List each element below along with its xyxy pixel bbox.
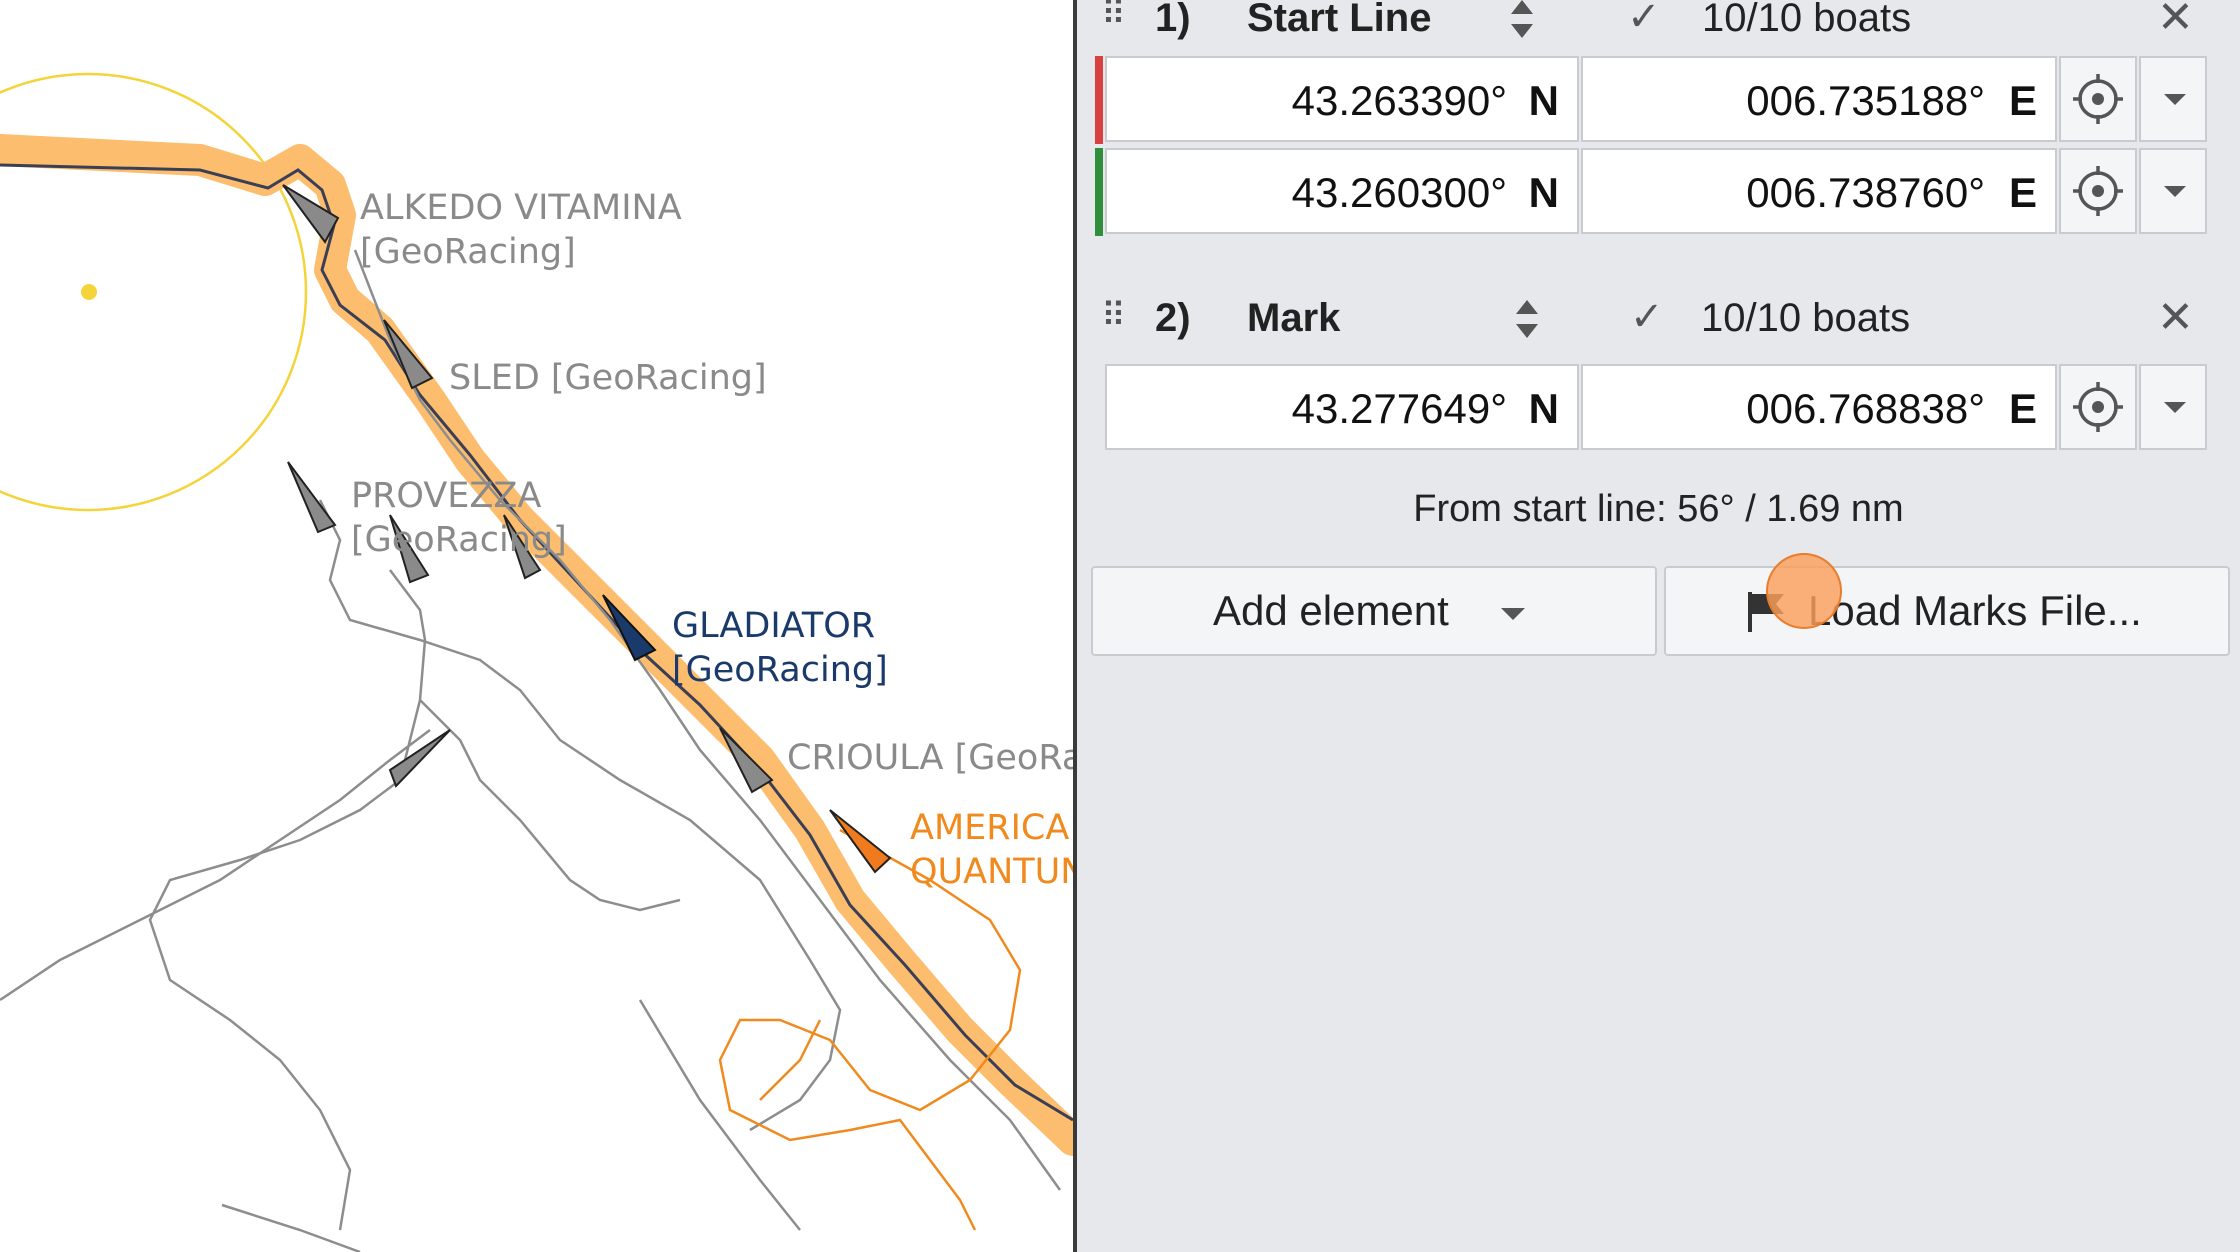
course-panel: ⠿ 1) Start Line ✓ 10/10 boats ✕ 43.26339… xyxy=(1077,0,2240,1252)
boat-name: PROVEZZA xyxy=(351,476,542,516)
latitude-field[interactable]: 43.277649° N xyxy=(1105,364,1579,450)
boat-source: [GeoRacing] xyxy=(351,520,567,560)
start-boat-marker xyxy=(1095,148,1103,236)
add-element-label: Add element xyxy=(1213,587,1449,634)
position-options-dropdown[interactable] xyxy=(2139,148,2207,234)
crosshair-icon xyxy=(2073,74,2123,124)
start-pin-marker xyxy=(1095,56,1103,144)
longitude-direction: E xyxy=(2008,169,2037,216)
boat-label-crioula[interactable]: CRIOULA [GeoRa xyxy=(787,736,1073,780)
drag-handle-icon[interactable]: ⠿ xyxy=(1101,0,1126,34)
check-icon: ✓ xyxy=(1627,0,1661,39)
boat-label-gladiator[interactable]: GLADIATOR [GeoRacing] xyxy=(672,604,888,692)
caret-down-icon xyxy=(2164,94,2186,105)
longitude-field[interactable]: 006.738760° E xyxy=(1581,148,2057,234)
boat-source: [GeoRacing] xyxy=(360,232,576,272)
position-options-dropdown[interactable] xyxy=(2139,364,2207,450)
longitude-value: 006.735188° xyxy=(1746,77,1985,124)
longitude-direction: E xyxy=(2008,77,2037,124)
boat-track xyxy=(148,569,427,1231)
latitude-field[interactable]: 43.260300° N xyxy=(1105,148,1579,234)
load-marks-label: Load Marks File... xyxy=(1808,587,2142,634)
boat-name: AMERICA xyxy=(910,808,1070,848)
latitude-field[interactable]: 43.263390° N xyxy=(1105,56,1579,142)
crosshair-icon xyxy=(2073,382,2123,432)
boat-arrow xyxy=(287,461,337,534)
distance-from-start: From start line: 56° / 1.69 nm xyxy=(1413,488,1904,530)
element-title: Start Line xyxy=(1247,0,1432,40)
boat-name: ALKEDO VITAMINA xyxy=(360,188,682,228)
latitude-direction: N xyxy=(1528,169,1559,216)
longitude-value: 006.738760° xyxy=(1746,169,1985,216)
element-header-start-line: ⠿ 1) Start Line ✓ 10/10 boats ✕ xyxy=(1077,0,2240,54)
caret-down-icon xyxy=(2164,402,2186,413)
sort-icon[interactable] xyxy=(1507,0,1537,44)
crosshair-icon xyxy=(2073,166,2123,216)
longitude-value: 006.768838° xyxy=(1746,385,1985,432)
boats-count: 10/10 boats xyxy=(1702,0,1912,40)
drag-handle-icon[interactable]: ⠿ xyxy=(1101,296,1126,336)
boat-name: GLADIATOR xyxy=(672,606,876,646)
add-element-button[interactable]: Add element xyxy=(1091,566,1657,656)
element-title: Mark xyxy=(1247,296,1341,340)
race-area-center xyxy=(81,284,97,300)
highlighted-track xyxy=(0,134,1073,1156)
position-row: 43.277649° N 006.768838° E xyxy=(1105,364,2207,452)
element-index: 2) xyxy=(1155,296,1191,340)
latitude-value: 43.260300° xyxy=(1291,169,1507,216)
latitude-direction: N xyxy=(1528,77,1559,124)
element-header-mark: ⠿ 2) Mark ✓ 10/10 boats ✕ xyxy=(1077,276,2240,356)
boat-name: CRIOULA [GeoRa xyxy=(787,738,1073,778)
boat-label-america[interactable]: AMERICA QUANTUN xyxy=(910,806,1073,894)
caret-down-icon xyxy=(1501,608,1525,620)
latitude-value: 43.263390° xyxy=(1291,77,1507,124)
position-row: 43.263390° N 006.735188° E xyxy=(1095,56,2207,144)
close-icon[interactable]: ✕ xyxy=(2157,292,2194,343)
latitude-direction: N xyxy=(1528,385,1559,432)
element-index: 1) xyxy=(1155,0,1191,40)
position-options-dropdown[interactable] xyxy=(2139,56,2207,142)
boats-count: 10/10 boats xyxy=(1701,296,1911,340)
sort-icon[interactable] xyxy=(1512,294,1542,344)
position-row: 43.260300° N 006.738760° E xyxy=(1095,148,2207,236)
longitude-field[interactable]: 006.768838° E xyxy=(1581,364,2057,450)
boat-label-sled[interactable]: SLED [GeoRacing] xyxy=(449,356,767,400)
load-marks-file-button[interactable]: Load Marks File... xyxy=(1664,566,2230,656)
race-map[interactable]: ALKEDO VITAMINA [GeoRacing] SLED [GeoRac… xyxy=(0,0,1073,1252)
boat-label-provezza[interactable]: PROVEZZA [GeoRacing] xyxy=(351,474,567,562)
boat-track xyxy=(419,699,681,912)
boat-name-line2: QUANTUN xyxy=(910,852,1073,892)
pointer-cursor xyxy=(1766,553,1842,629)
boat-source: [GeoRacing] xyxy=(672,650,888,690)
boat-label-alkedo[interactable]: ALKEDO VITAMINA [GeoRacing] xyxy=(360,186,682,274)
locate-button[interactable] xyxy=(2059,148,2137,234)
longitude-direction: E xyxy=(2008,385,2037,432)
locate-button[interactable] xyxy=(2059,56,2137,142)
longitude-field[interactable]: 006.735188° E xyxy=(1581,56,2057,142)
boat-track xyxy=(0,729,431,1002)
caret-down-icon xyxy=(2164,186,2186,197)
check-icon: ✓ xyxy=(1630,295,1664,339)
locate-button[interactable] xyxy=(2059,364,2137,450)
boat-name: SLED [GeoRacing] xyxy=(449,358,767,398)
latitude-value: 43.277649° xyxy=(1291,385,1507,432)
close-icon[interactable]: ✕ xyxy=(2157,0,2194,43)
